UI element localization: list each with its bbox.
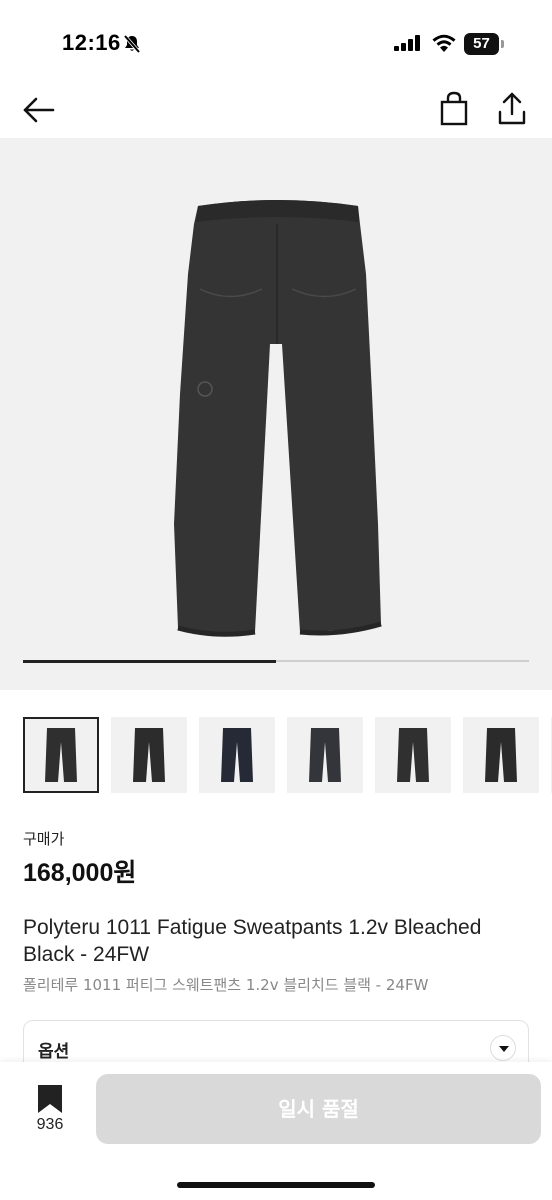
share-icon bbox=[498, 92, 526, 125]
cellular-signal-icon bbox=[394, 35, 422, 56]
product-thumbnail[interactable] bbox=[199, 717, 275, 793]
product-thumbnail[interactable] bbox=[111, 717, 187, 793]
thumbnail-pants-image bbox=[485, 728, 517, 782]
bookmark-count: 936 bbox=[36, 1116, 64, 1133]
back-button[interactable] bbox=[20, 92, 60, 128]
thumbnail-pants-image bbox=[221, 728, 253, 782]
thumbnail-pants-image bbox=[397, 728, 429, 782]
chevron-down-icon bbox=[499, 1046, 509, 1052]
status-bar: 12:16 57 bbox=[0, 0, 552, 84]
option-toggle-button[interactable] bbox=[490, 1035, 516, 1061]
product-price: 168,000원 bbox=[23, 859, 137, 887]
sold-out-button[interactable]: 일시 품절 bbox=[96, 1074, 541, 1144]
share-button[interactable] bbox=[494, 90, 530, 128]
product-thumbnail[interactable] bbox=[287, 717, 363, 793]
gallery-progress-fill bbox=[23, 659, 276, 663]
product-thumbnail[interactable] bbox=[23, 717, 99, 793]
thumbnail-pants-image bbox=[133, 728, 165, 782]
product-title-en: Polyteru 1011 Fatigue Sweatpants 1.2v Bl… bbox=[23, 916, 482, 966]
price-label: 구매가 bbox=[23, 831, 65, 848]
product-title-ko: 폴리테루 1011 퍼티그 스웨트팬츠 1.2v 블리치드 블랙 - 24FW bbox=[23, 976, 429, 994]
home-indicator bbox=[177, 1182, 375, 1188]
bookmark-button[interactable]: 936 bbox=[30, 1082, 70, 1138]
thumbnail-pants-image bbox=[309, 728, 341, 782]
shopping-bag-button[interactable] bbox=[437, 90, 471, 128]
shopping-bag-icon bbox=[440, 91, 468, 126]
arrow-left-icon bbox=[23, 97, 55, 123]
gallery-progress-track bbox=[23, 659, 529, 663]
product-main-image bbox=[174, 200, 382, 637]
top-navigation bbox=[0, 84, 552, 136]
product-image-carousel[interactable] bbox=[0, 138, 552, 690]
thumbnail-strip[interactable] bbox=[23, 717, 552, 794]
bell-muted-icon bbox=[122, 34, 142, 59]
product-thumbnail[interactable] bbox=[463, 717, 539, 793]
wifi-icon bbox=[431, 33, 457, 58]
bottom-action-bar: 936 일시 품절 bbox=[0, 1062, 552, 1200]
product-thumbnail[interactable] bbox=[375, 717, 451, 793]
bookmark-icon bbox=[38, 1085, 62, 1113]
thumbnail-pants-image bbox=[45, 728, 77, 782]
status-time: 12:16 bbox=[62, 30, 121, 55]
option-label: 옵션 bbox=[38, 1042, 70, 1062]
battery-level: 57 bbox=[464, 33, 499, 55]
battery-icon: 57 bbox=[464, 33, 504, 55]
